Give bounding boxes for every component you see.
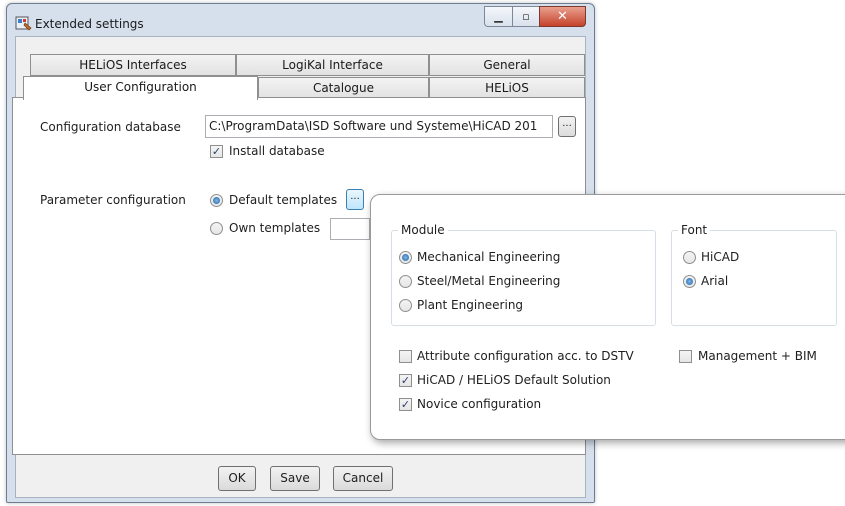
title-bar[interactable]: Extended settings ▁ ▫ ✕ [7, 4, 594, 38]
install-database-checkbox[interactable]: ✓ [210, 145, 223, 158]
tab-helios[interactable]: HELiOS [429, 77, 585, 99]
app-icon [15, 14, 33, 32]
close-button[interactable]: ✕ [539, 6, 586, 27]
novice-configuration-checkbox[interactable]: ✓ [399, 398, 412, 411]
maximize-icon: ▫ [522, 10, 530, 23]
font-arial-label: Arial [701, 274, 729, 288]
tab-helios-interfaces[interactable]: HELiOS Interfaces [30, 54, 236, 76]
install-database-label: Install database [229, 144, 325, 158]
font-hicad-label: HiCAD [701, 250, 740, 264]
save-button[interactable]: Save [270, 466, 320, 491]
browse-database-button[interactable]: ... [558, 116, 576, 137]
management-bim-label: Management + BIM [698, 349, 817, 363]
module-mechanical-engineering-label: Mechanical Engineering [417, 250, 561, 264]
default-templates-radio[interactable] [210, 194, 223, 207]
ok-button[interactable]: OK [218, 466, 256, 491]
own-templates-radio[interactable] [210, 222, 223, 235]
novice-configuration-label: Novice configuration [417, 397, 542, 411]
module-steel-metal-engineering-radio[interactable] [399, 275, 412, 288]
hicad-helios-default-solution-checkbox[interactable]: ✓ [399, 374, 412, 387]
font-group-title: Font [678, 223, 711, 237]
default-templates-browse-button[interactable]: ... [346, 189, 364, 210]
configuration-database-label: Configuration database [40, 120, 181, 134]
module-mechanical-engineering-radio[interactable] [399, 251, 412, 264]
tab-catalogue[interactable]: Catalogue [258, 77, 429, 99]
minimize-icon: ▁ [494, 10, 503, 23]
default-templates-label: Default templates [229, 193, 338, 207]
tab-logikal-interface[interactable]: LogiKal Interface [236, 54, 429, 76]
own-templates-label: Own templates [229, 221, 321, 235]
template-options-popup: Module Mechanical Engineering Steel/Meta… [370, 194, 845, 440]
configuration-database-path-field[interactable]: C:\ProgramData\ISD Software und Systeme\… [205, 115, 553, 138]
font-group: Font [671, 223, 837, 326]
tab-user-configuration[interactable]: User Configuration [23, 76, 258, 100]
own-templates-field[interactable] [330, 218, 370, 240]
module-steel-metal-engineering-label: Steel/Metal Engineering [417, 274, 561, 288]
caption-buttons: ▁ ▫ ✕ [484, 6, 586, 28]
window-title: Extended settings [35, 17, 144, 31]
cancel-button[interactable]: Cancel [333, 466, 393, 491]
tab-general[interactable]: General [429, 54, 585, 76]
module-group-title: Module [398, 223, 448, 237]
minimize-button[interactable]: ▁ [484, 6, 512, 27]
font-arial-radio[interactable] [683, 275, 696, 288]
close-icon: ✕ [557, 9, 568, 24]
attribute-configuration-dstv-checkbox[interactable] [399, 350, 412, 363]
hicad-helios-default-solution-label: HiCAD / HELiOS Default Solution [417, 373, 611, 387]
attribute-configuration-dstv-label: Attribute configuration acc. to DSTV [417, 349, 634, 363]
maximize-button[interactable]: ▫ [512, 6, 539, 27]
font-hicad-radio[interactable] [683, 251, 696, 264]
parameter-configuration-label: Parameter configuration [40, 193, 186, 207]
module-plant-engineering-label: Plant Engineering [417, 298, 524, 312]
management-bim-checkbox[interactable] [679, 350, 692, 363]
module-plant-engineering-radio[interactable] [399, 299, 412, 312]
